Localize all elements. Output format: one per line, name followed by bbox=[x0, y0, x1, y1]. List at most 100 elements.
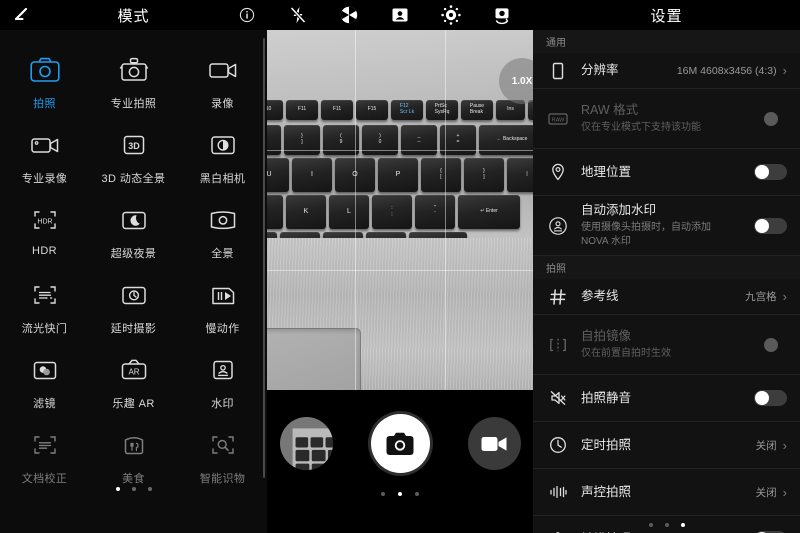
mode-item-label: 黑白相机 bbox=[199, 173, 246, 185]
mode-item-label: HDR bbox=[31, 245, 58, 257]
setting-label: 触摸拍照 bbox=[581, 530, 754, 533]
setting-row-timer[interactable]: 定时拍照 关闭 › bbox=[533, 422, 800, 469]
slow-motion-icon bbox=[203, 277, 243, 313]
setting-label: 拍照静音 bbox=[581, 390, 632, 405]
mode-item-label: 美食 bbox=[122, 473, 145, 485]
object-recognition-icon bbox=[203, 427, 243, 463]
mode-page-dots bbox=[0, 487, 267, 491]
mode-item-photo[interactable]: 拍照 bbox=[0, 52, 89, 127]
raw-format-icon: RAW bbox=[546, 107, 570, 131]
mode-item-night[interactable]: 超级夜景 bbox=[89, 202, 178, 277]
page-dot bbox=[381, 492, 385, 496]
settings-section-header-general: 通用 bbox=[533, 30, 800, 53]
viewfinder[interactable]: F10 F11 F11 F15 F12Scr Lk PrtScSysRq Pau… bbox=[267, 30, 533, 390]
chevron-right-icon: › bbox=[782, 484, 787, 500]
aperture-icon[interactable] bbox=[336, 4, 362, 26]
mode-panel-scrollbar[interactable] bbox=[263, 38, 265, 478]
timer-clock-icon bbox=[546, 433, 570, 457]
svg-text:3D: 3D bbox=[128, 141, 140, 151]
settings-panel: 设置 通用 分辨率 16M 4608x3456 (4:3) › RAW RAW … bbox=[533, 0, 800, 533]
mode-item-label: 拍照 bbox=[33, 98, 56, 110]
mode-item-hdr[interactable]: HDR HDR bbox=[0, 202, 89, 277]
watermark-icon bbox=[203, 352, 243, 388]
setting-row-raw-format: RAW RAW 格式 仅在专业模式下支持该功能 bbox=[533, 89, 800, 149]
setting-row-voice-capture[interactable]: 声控拍照 关闭 › bbox=[533, 469, 800, 516]
pro-video-icon bbox=[25, 127, 65, 163]
mode-item-pro-photo[interactable]: 专业拍照 bbox=[89, 52, 178, 127]
toggle-auto-watermark[interactable] bbox=[754, 217, 787, 234]
mode-item-ar[interactable]: AR 乐趣 AR bbox=[89, 352, 178, 427]
location-pin-icon bbox=[546, 160, 570, 184]
setting-row-geolocation[interactable]: 地理位置 bbox=[533, 149, 800, 196]
toggle-selfie-mirror bbox=[754, 337, 787, 353]
camera-controls bbox=[267, 390, 533, 533]
time-lapse-icon bbox=[114, 277, 154, 313]
svg-text:RAW: RAW bbox=[552, 117, 565, 123]
mode-panel: 模式 拍照 专业拍照 录像 专业录像 3D 3D 动态全景 黑白相机 HDR H… bbox=[0, 0, 267, 533]
setting-label: 分辨率 bbox=[581, 63, 619, 78]
pro-camera-icon bbox=[114, 52, 154, 88]
page-dot bbox=[115, 487, 120, 491]
camera-toolbar bbox=[267, 0, 533, 30]
chevron-right-icon: › bbox=[782, 289, 787, 304]
settings-gear-icon[interactable] bbox=[438, 4, 464, 26]
camera-switch-icon[interactable] bbox=[489, 4, 515, 26]
mode-item-filter[interactable]: 滤镜 bbox=[0, 352, 89, 427]
setting-label: 自动添加水印 bbox=[581, 203, 657, 218]
mode-item-watermark[interactable]: 水印 bbox=[178, 352, 267, 427]
gallery-thumbnail-button[interactable] bbox=[279, 417, 333, 470]
beauty-portrait-icon[interactable] bbox=[387, 4, 413, 26]
video-camera-icon bbox=[203, 52, 243, 88]
page-dot bbox=[415, 492, 419, 496]
setting-label: 定时拍照 bbox=[581, 437, 632, 452]
mode-item-monochrome[interactable]: 黑白相机 bbox=[178, 127, 267, 202]
camera-icon bbox=[25, 52, 65, 88]
mode-item-label: 水印 bbox=[211, 398, 234, 410]
mode-item-label: 专业录像 bbox=[21, 173, 68, 185]
settings-title: 设置 bbox=[650, 7, 683, 25]
setting-sublabel: 仅在前置自拍时生效 bbox=[581, 348, 671, 360]
settings-page-dots bbox=[648, 523, 685, 527]
setting-row-selfie-mirror: 自拍镜像 仅在前置自拍时生效 bbox=[533, 315, 800, 375]
toggle-geolocation[interactable] bbox=[754, 164, 787, 180]
mode-item-3d-panorama[interactable]: 3D 3D 动态全景 bbox=[89, 127, 178, 202]
setting-label: 参考线 bbox=[581, 289, 619, 304]
hdr-icon: HDR bbox=[25, 202, 65, 238]
watermark-stamp-icon bbox=[546, 214, 570, 238]
setting-value: 关闭 bbox=[755, 439, 777, 452]
mode-item-pro-video[interactable]: 专业录像 bbox=[0, 127, 89, 202]
page-dot bbox=[131, 487, 136, 491]
mode-item-light-painting[interactable]: 流光快门 bbox=[0, 277, 89, 352]
resolution-icon bbox=[546, 59, 570, 83]
svg-text:AR: AR bbox=[128, 368, 139, 377]
mode-item-label: 流光快门 bbox=[21, 323, 68, 335]
mode-panel-title: 模式 bbox=[117, 7, 150, 25]
filter-icon bbox=[25, 352, 65, 388]
setting-label: 地理位置 bbox=[581, 164, 632, 179]
setting-row-mute-shutter[interactable]: 拍照静音 bbox=[533, 375, 800, 422]
mode-item-slow-motion[interactable]: 慢动作 bbox=[178, 277, 267, 352]
page-dot bbox=[680, 523, 685, 527]
mode-item-label: 延时摄影 bbox=[110, 323, 157, 335]
light-painting-icon bbox=[25, 277, 65, 313]
food-icon bbox=[114, 427, 154, 463]
info-circle-icon[interactable] bbox=[239, 7, 255, 23]
mode-panel-header: 模式 bbox=[0, 0, 267, 30]
video-record-button[interactable] bbox=[467, 417, 521, 470]
mute-icon bbox=[546, 386, 570, 410]
setting-text: RAW 格式 仅在专业模式下支持该功能 bbox=[581, 101, 754, 135]
edit-pencil-icon[interactable] bbox=[13, 7, 31, 23]
toggle-mute-shutter[interactable] bbox=[754, 390, 787, 406]
chevron-right-icon: › bbox=[782, 437, 787, 453]
shutter-button[interactable] bbox=[370, 414, 430, 473]
mode-item-label: 慢动作 bbox=[205, 323, 240, 335]
mode-item-time-lapse[interactable]: 延时摄影 bbox=[89, 277, 178, 352]
mode-item-panorama[interactable]: 全景 bbox=[178, 202, 267, 277]
mode-item-video[interactable]: 录像 bbox=[178, 52, 267, 127]
setting-row-grid-lines[interactable]: 参考线 九宫格 › bbox=[533, 279, 800, 315]
setting-row-resolution[interactable]: 分辨率 16M 4608x3456 (4:3) › bbox=[533, 53, 800, 89]
gallery-thumbnail-image bbox=[292, 428, 333, 470]
camera-page-dots bbox=[267, 492, 533, 496]
setting-row-auto-watermark[interactable]: 自动添加水印 使用摄像头拍摄时，自动添加 NOVA 水印 bbox=[533, 196, 800, 256]
flash-off-icon[interactable] bbox=[285, 4, 311, 26]
